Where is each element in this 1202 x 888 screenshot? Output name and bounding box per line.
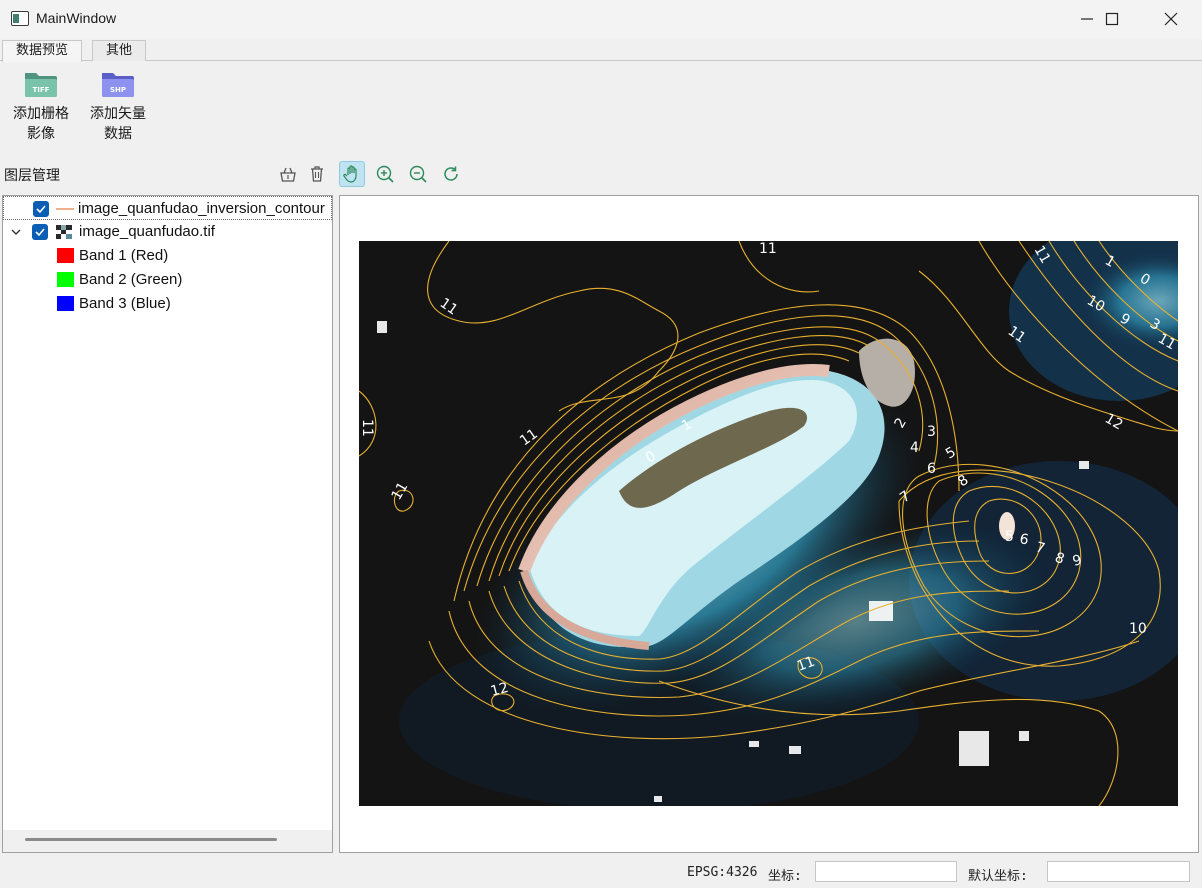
zoom-in-icon — [376, 165, 394, 183]
line-layer-icon — [56, 208, 74, 210]
window-title: MainWindow — [36, 10, 117, 26]
zoom-in-button[interactable] — [372, 161, 398, 187]
layer-checkbox[interactable] — [33, 201, 49, 217]
band-color-swatch — [57, 248, 74, 263]
svg-text:11: 11 — [759, 241, 777, 257]
maximize-button[interactable] — [1089, 0, 1135, 38]
refresh-button[interactable] — [438, 161, 464, 187]
folder-shp-icon: SHP — [100, 69, 136, 99]
zoom-out-button[interactable] — [405, 161, 431, 187]
refresh-icon — [444, 166, 458, 181]
layer-manager-title: 图层管理 — [4, 168, 60, 184]
default-coord-label: 默认坐标: — [968, 869, 1028, 884]
maximize-icon — [1105, 12, 1119, 26]
map-canvas[interactable]: 11 11 11 11 11 11 11 12 12 10 10 9 9 8 8… — [339, 195, 1199, 853]
check-icon — [35, 228, 45, 237]
svg-text:3: 3 — [927, 424, 936, 440]
check-icon — [36, 205, 46, 214]
clear-layers-button[interactable] — [275, 161, 301, 187]
raster-layer-icon — [56, 225, 72, 239]
zoom-out-icon — [409, 165, 427, 183]
layer-tree: image_quanfudao_inversion_contour image_… — [2, 195, 333, 853]
layer-name: image_quanfudao.tif — [79, 223, 215, 240]
svg-text:6: 6 — [927, 461, 936, 477]
add-vector-label: 添加矢量 数据 — [90, 106, 146, 142]
scrollbar-thumb[interactable] — [25, 838, 277, 841]
add-vector-button[interactable]: SHP 添加矢量 数据 — [79, 69, 157, 144]
svg-text:11: 11 — [359, 419, 375, 437]
add-raster-button[interactable]: TIFF 添加栅格 影像 — [2, 69, 80, 144]
band-item[interactable]: Band 2 (Green) — [3, 268, 332, 292]
coord-label: 坐标: — [768, 869, 802, 884]
close-button[interactable] — [1148, 0, 1194, 38]
folder-tiff-icon: TIFF — [23, 69, 59, 99]
delete-layer-button[interactable] — [304, 161, 330, 187]
band-name: Band 3 (Blue) — [79, 295, 171, 312]
svg-text:SHP: SHP — [110, 86, 126, 94]
tab-bar: 数据预览 其他 — [0, 38, 1202, 62]
svg-text:5: 5 — [1005, 529, 1014, 545]
svg-text:TIFF: TIFF — [33, 86, 50, 94]
pan-hand-icon — [343, 165, 357, 183]
horizontal-scrollbar[interactable] — [3, 830, 332, 852]
delete-icon — [311, 166, 323, 182]
band-item[interactable]: Band 1 (Red) — [3, 244, 332, 268]
svg-text:4: 4 — [910, 440, 919, 456]
layer-name: image_quanfudao_inversion_contour — [78, 200, 325, 217]
crs-label: EPSG:4326 — [687, 865, 758, 880]
layer-checkbox[interactable] — [32, 224, 48, 240]
title-bar: MainWindow — [0, 0, 1202, 38]
default-coord-field[interactable] — [1047, 861, 1190, 882]
close-icon — [1164, 12, 1178, 26]
clear-icon — [280, 167, 296, 182]
band-color-swatch — [57, 272, 74, 287]
ribbon-toolbar: TIFF 添加栅格 影像 SHP 添加矢量 数据 — [0, 61, 1202, 156]
layer-item-raster[interactable]: image_quanfudao.tif — [3, 220, 332, 244]
chevron-down-icon[interactable] — [9, 225, 23, 239]
tab-data-preview[interactable]: 数据预览 — [2, 40, 83, 62]
svg-text:10: 10 — [1129, 621, 1147, 637]
coord-field[interactable] — [815, 861, 957, 882]
status-bar: EPSG:4326 坐标: 默认坐标: — [0, 856, 1202, 888]
band-name: Band 2 (Green) — [79, 271, 183, 288]
tab-other[interactable]: 其他 — [92, 40, 147, 61]
satellite-map-image[interactable]: 11 11 11 11 11 11 11 12 12 10 10 9 9 8 8… — [359, 241, 1178, 806]
add-raster-label: 添加栅格 影像 — [13, 106, 69, 142]
layer-item-contour[interactable]: image_quanfudao_inversion_contour — [3, 196, 332, 220]
pan-tool-button[interactable] — [339, 161, 365, 187]
band-color-swatch — [57, 296, 74, 311]
band-name: Band 1 (Red) — [79, 247, 169, 264]
band-item[interactable]: Band 3 (Blue) — [3, 292, 332, 316]
app-icon — [11, 11, 29, 26]
